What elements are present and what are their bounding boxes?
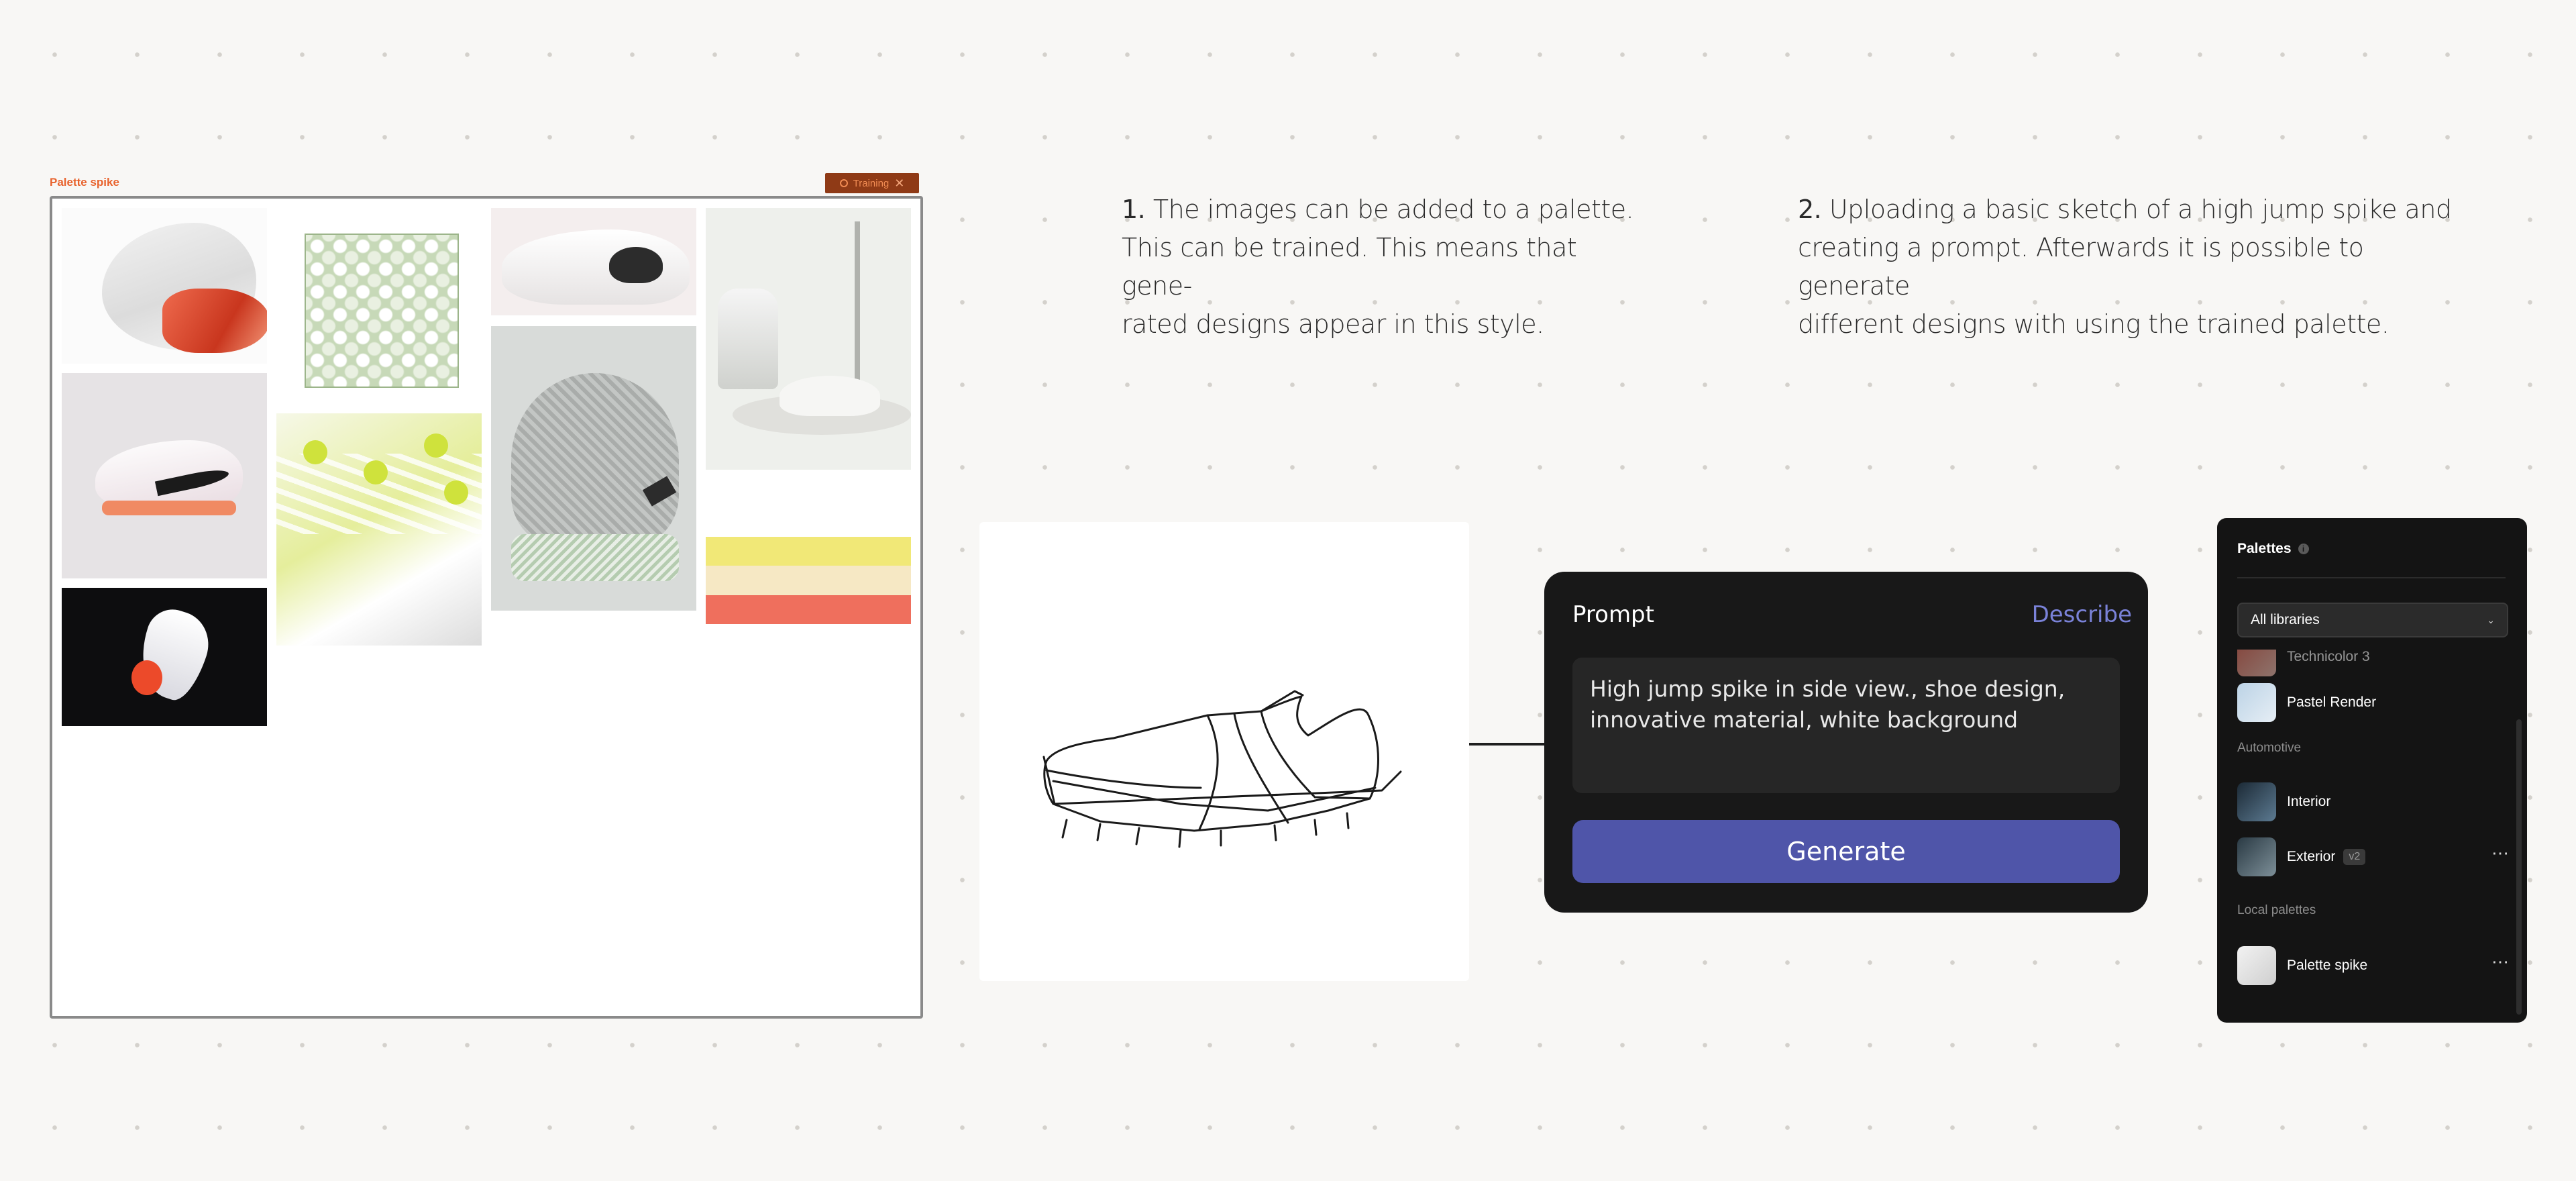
step-2-line: Uploading a basic sketch of a high jump … [1829,195,2452,224]
palettes-list: Technicolor 3 Pastel Render Automotive I… [2217,650,2527,1023]
training-label: Training [853,177,890,189]
info-icon[interactable]: i [2298,544,2309,554]
more-options-icon[interactable]: ⋯ [2491,843,2510,864]
prompt-text-line: innovative material, white background [1590,707,2019,733]
library-select[interactable]: All libraries ⌄ [2237,603,2508,637]
step-2-line: creating a prompt. Afterwards it is poss… [1798,233,2364,301]
palette-item-label: Interior [2287,794,2331,809]
palette-item-label: Palette spike [2287,958,2368,973]
library-select-value: All libraries [2251,612,2320,627]
prompt-text-line: High jump spike in side view., shoe desi… [1590,676,2065,702]
palette-board-title: Palette spike [50,176,119,189]
palette-board [50,196,923,1019]
divider [2237,577,2506,578]
palette-item-palette-spike[interactable]: Palette spike [2237,946,2506,985]
palettes-title: Palettes [2237,541,2292,556]
step-1-line: This can be trained. This means that gen… [1122,233,1577,301]
palette-color-swatch[interactable] [706,537,911,624]
palette-thumbnail [2237,782,2276,821]
section-local-palettes: Local palettes [2237,903,2316,917]
palette-item-label: Exterior [2287,849,2336,864]
palette-item-label: Pastel Render [2287,695,2377,710]
chevron-down-icon: ⌄ [2487,614,2495,625]
sketch-image[interactable] [979,522,1469,981]
palette-image-white-shoe-red-sole[interactable] [62,208,267,364]
step-2-description: 2. Uploading a basic sketch of a high ju… [1798,191,2475,344]
training-spinner-icon [839,179,848,187]
palette-image-yellow-mesh[interactable] [276,413,482,646]
step-1-line: The images can be added to a palette. [1152,195,1634,224]
step-1-number: 1. [1122,195,1146,224]
prompt-panel: Prompt Describe High jump spike in side … [1544,572,2148,913]
palette-thumbnail [2237,946,2276,985]
palettes-header: Palettes i [2237,541,2309,557]
connector-line [1469,743,1546,746]
generate-button[interactable]: Generate [1572,820,2120,883]
step-2-line: different designs with using the trained… [1798,309,2390,339]
palettes-panel: Palettes i All libraries ⌄ Technicolor 3… [2217,518,2527,1023]
palette-item-partial[interactable]: Technicolor 3 [2237,650,2506,676]
palette-image-dark-shoe[interactable] [62,588,267,726]
training-badge[interactable]: Training ✕ [825,173,919,193]
prompt-label: Prompt [1572,601,1654,628]
palette-item-interior[interactable]: Interior [2237,782,2506,821]
palette-image-green-lattice[interactable] [276,208,482,399]
section-automotive: Automotive [2237,741,2302,755]
step-1-line: rated designs appear in this style. [1122,309,1544,339]
palette-image-white-spike-shoe[interactable] [491,208,696,315]
describe-button[interactable]: Describe [2032,601,2132,628]
step-2-number: 2. [1798,195,1822,224]
palette-thumbnail [2237,650,2276,676]
palette-item-pastel-render[interactable]: Pastel Render [2237,683,2506,722]
prompt-textarea[interactable]: High jump spike in side view., shoe desi… [1572,658,2120,793]
palette-image-racing-shoe[interactable] [62,373,267,578]
step-1-description: 1. The images can be added to a palette.… [1122,191,1645,344]
palette-image-robot-printer[interactable] [706,208,911,470]
palette-item-label: Technicolor 3 [2287,650,2370,664]
close-icon[interactable]: ✕ [894,177,904,189]
shoe-sketch-drawing [1042,690,1402,848]
palettes-scrollbar[interactable] [2516,719,2522,1015]
more-options-icon[interactable]: ⋯ [2491,952,2510,972]
palette-thumbnail [2237,683,2276,722]
palette-image-knit-shoe[interactable] [491,326,696,611]
palette-thumbnail [2237,837,2276,876]
palette-item-exterior[interactable]: Exterior v2 [2237,837,2506,876]
version-badge: v2 [2343,849,2366,865]
